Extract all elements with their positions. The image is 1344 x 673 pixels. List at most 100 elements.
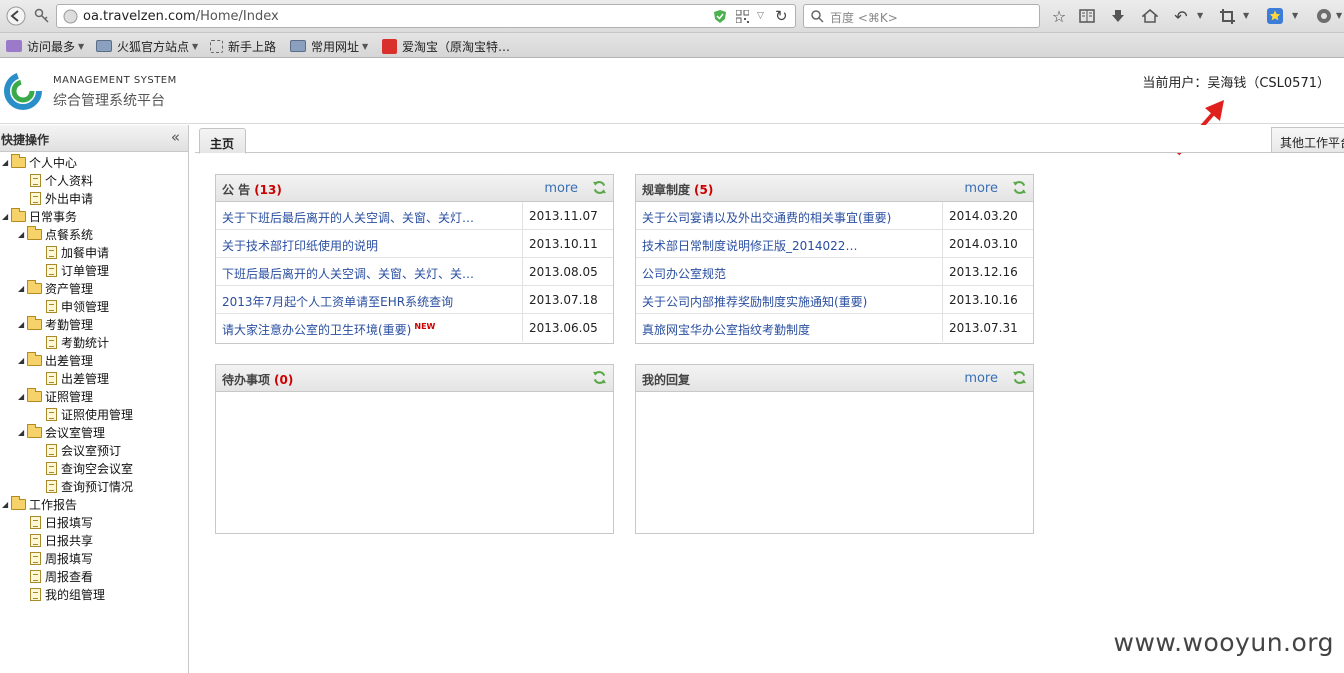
- tree-folder-attendance[interactable]: ◢ 考勤管理: [18, 315, 93, 333]
- folder-icon: [11, 153, 26, 168]
- tree-folder-business-trip[interactable]: ◢ 出差管理: [18, 351, 93, 369]
- tree-folder-personal-center[interactable]: ◢ 个人中心: [2, 153, 77, 171]
- tree-item-free-room-search[interactable]: 查询空会议室: [46, 459, 133, 477]
- qr-code-icon[interactable]: [736, 10, 749, 23]
- reading-list-icon[interactable]: [1075, 5, 1099, 27]
- rule-link[interactable]: 关于公司宴请以及外出交通费的相关事宜(重要): [642, 209, 891, 226]
- document-icon: [30, 587, 41, 601]
- undo-icon[interactable]: ↶: [1169, 5, 1193, 27]
- home-icon[interactable]: [1138, 5, 1162, 27]
- sidebar-title: 快捷操作: [1, 133, 50, 147]
- document-icon: [30, 551, 41, 565]
- notice-link[interactable]: 2013年7月起个人工资单请至EHR系统查询: [222, 293, 453, 310]
- expand-arrow-icon[interactable]: ◢: [18, 392, 27, 401]
- tree-item-business-trip[interactable]: 出差管理: [46, 369, 109, 387]
- more-link[interactable]: more: [964, 371, 998, 386]
- brand-english: MANAGEMENT SYSTEM: [53, 75, 177, 86]
- url-bar[interactable]: oa.travelzen.com/Home/Index ▽ ↻: [56, 4, 796, 28]
- addon-icon[interactable]: [1312, 5, 1336, 27]
- expand-arrow-icon[interactable]: ◢: [18, 428, 27, 437]
- tree-item-room-booking[interactable]: 会议室预订: [46, 441, 121, 459]
- tab-other-platforms[interactable]: 其他工作平台: [1271, 127, 1344, 153]
- more-link[interactable]: more: [544, 181, 578, 196]
- tree-folder-meal-system[interactable]: ◢ 点餐系统: [18, 225, 93, 243]
- rule-link[interactable]: 关于公司内部推荐奖励制度实施通知(重要): [642, 293, 867, 310]
- notice-count: (13): [254, 183, 282, 197]
- more-link[interactable]: more: [964, 181, 998, 196]
- refresh-icon[interactable]: [592, 180, 607, 195]
- rules-count: (5): [694, 183, 714, 197]
- tree-folder-license[interactable]: ◢ 证照管理: [18, 387, 93, 405]
- bookmark-aitaobao[interactable]: 爱淘宝（原淘宝特…: [382, 37, 510, 55]
- notice-link[interactable]: 请大家注意办公室的卫生环境(重要) NEW: [222, 321, 435, 338]
- rule-link[interactable]: 技术部日常制度说明修正版_2014022…: [642, 237, 857, 254]
- crop-dropdown-icon[interactable]: ▼: [1243, 11, 1249, 20]
- search-bar[interactable]: 百度 <⌘K>: [803, 4, 1040, 28]
- current-user: 当前用户：吴海钱（CSL0571）: [1142, 76, 1330, 91]
- folder-icon: [96, 40, 112, 52]
- expand-arrow-icon[interactable]: ◢: [2, 158, 11, 167]
- expand-arrow-icon[interactable]: ◢: [18, 230, 27, 239]
- document-icon: [30, 191, 41, 205]
- tree-folder-asset-management[interactable]: ◢ 资产管理: [18, 279, 93, 297]
- folder-icon: [11, 207, 26, 222]
- back-button[interactable]: [4, 5, 28, 27]
- tree-folder-work-report[interactable]: ◢ 工作报告: [2, 495, 77, 513]
- notice-link[interactable]: 关于下班后最后离开的人关空调、关窗、关灯…: [222, 209, 474, 226]
- bookmark-getting-started[interactable]: 新手上路: [210, 37, 276, 55]
- expand-arrow-icon[interactable]: ◢: [18, 284, 27, 293]
- rule-date: 2014.03.10: [942, 230, 1035, 258]
- bookmark-common-sites[interactable]: 常用网址 ▼: [290, 37, 368, 55]
- most-visited-icon: [6, 40, 22, 52]
- tree-item-daily-report-share[interactable]: 日报共享: [30, 531, 93, 549]
- folder-icon: [27, 279, 42, 294]
- tree-item-claim-management[interactable]: 申领管理: [46, 297, 109, 315]
- refresh-icon[interactable]: [1012, 370, 1027, 385]
- tab-home[interactable]: 主页: [199, 128, 246, 154]
- document-icon: [30, 569, 41, 583]
- tree-item-outing-request[interactable]: 外出申请: [30, 189, 93, 207]
- bookmark-star-icon[interactable]: ☆: [1047, 5, 1071, 27]
- tree-item-my-group[interactable]: 我的组管理: [30, 585, 105, 603]
- sidebar: 快捷操作 « ◢ 个人中心 个人资料 外出申请 ◢ 日常事务 ◢ 点餐系统 加餐申请 …: [0, 125, 189, 673]
- bookmark-firefox-site[interactable]: 火狐官方站点 ▼: [96, 37, 198, 55]
- tree-item-order-management[interactable]: 订单管理: [46, 261, 109, 279]
- tree-folder-meeting-room[interactable]: ◢ 会议室管理: [18, 423, 105, 441]
- expand-arrow-icon[interactable]: ◢: [18, 356, 27, 365]
- refresh-icon[interactable]: [1012, 180, 1027, 195]
- favorites-star-icon[interactable]: [1263, 5, 1287, 27]
- tree-item-daily-report-write[interactable]: 日报填写: [30, 513, 93, 531]
- reload-icon[interactable]: ↻: [775, 7, 788, 25]
- tree-item-weekly-report-write[interactable]: 周报填写: [30, 549, 93, 567]
- tree-folder-daily-affairs[interactable]: ◢ 日常事务: [2, 207, 77, 225]
- tree-item-booking-status[interactable]: 查询预订情况: [46, 477, 133, 495]
- bookmark-most-visited[interactable]: 访问最多 ▼: [6, 37, 84, 55]
- notice-date: 2013.07.18: [522, 286, 615, 314]
- download-icon[interactable]: [1106, 5, 1130, 27]
- tree-item-license-usage[interactable]: 证照使用管理: [46, 405, 133, 423]
- refresh-icon[interactable]: [592, 370, 607, 385]
- rule-link[interactable]: 公司办公室规范: [642, 265, 726, 282]
- favorites-dropdown-icon[interactable]: ▼: [1292, 11, 1298, 20]
- expand-arrow-icon[interactable]: ◢: [2, 212, 11, 221]
- crop-icon[interactable]: [1215, 5, 1239, 27]
- site-identity-icon[interactable]: [30, 5, 54, 27]
- undo-dropdown-icon[interactable]: ▼: [1197, 11, 1203, 20]
- notice-link[interactable]: 下班后最后离开的人关空调、关窗、关灯、关…: [222, 265, 474, 282]
- shield-icon[interactable]: [713, 9, 727, 24]
- folder-icon: [27, 351, 42, 366]
- tree-item-profile[interactable]: 个人资料: [30, 171, 93, 189]
- tree-item-attendance-stats[interactable]: 考勤统计: [46, 333, 109, 351]
- expand-arrow-icon[interactable]: ◢: [18, 320, 27, 329]
- addon-dropdown-icon[interactable]: ▼: [1336, 11, 1342, 20]
- expand-arrow-icon[interactable]: ◢: [2, 500, 11, 509]
- rule-link[interactable]: 真旅网宝华办公室指纹考勤制度: [642, 321, 810, 338]
- folder-icon: [11, 495, 26, 510]
- dropdown-icon[interactable]: ▽: [757, 11, 764, 21]
- tree-item-weekly-report-view[interactable]: 周报查看: [30, 567, 93, 585]
- tree-item-meal-request[interactable]: 加餐申请: [46, 243, 109, 261]
- todo-panel: 待办事项 (0): [215, 364, 614, 534]
- collapse-icon[interactable]: «: [171, 128, 180, 146]
- list-item: 下班后最后离开的人关空调、关窗、关灯、关… 2013.08.05: [216, 258, 613, 286]
- notice-link[interactable]: 关于技术部打印纸使用的说明: [222, 237, 378, 254]
